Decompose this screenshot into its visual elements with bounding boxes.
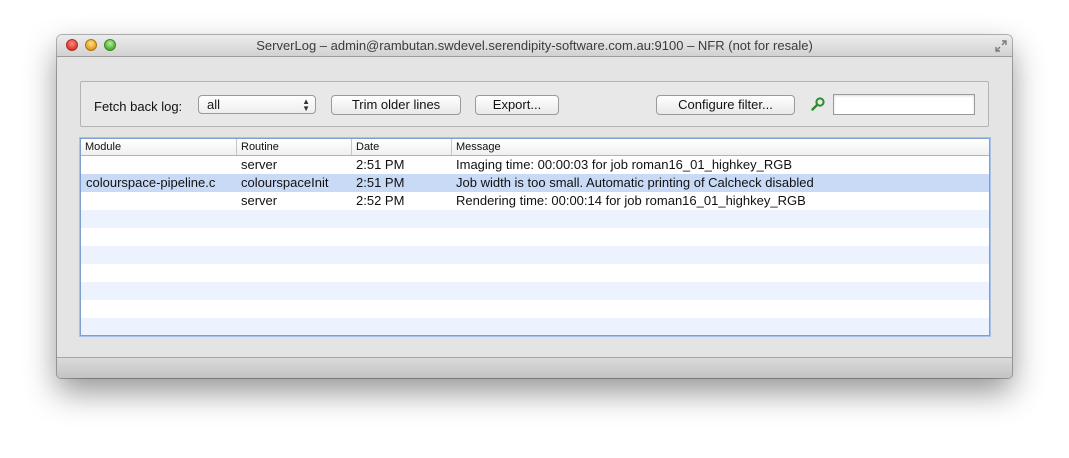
empty-row [81,282,989,300]
serverlog-window: ServerLog – admin@rambutan.swdevel.seren… [57,35,1012,378]
column-header-routine[interactable]: Routine [236,139,351,155]
cell-routine: server [241,193,278,208]
column-header-message[interactable]: Message [451,139,989,155]
title-bar[interactable]: ServerLog – admin@rambutan.swdevel.seren… [57,35,1012,57]
search-icon [811,97,825,111]
cell-message: Job width is too small. Automatic printi… [456,175,814,190]
column-header-date[interactable]: Date [351,139,451,155]
toolbar-group: Fetch back log: all ▲ ▼ Trim older lines … [80,81,989,127]
table-row-selected[interactable]: colourspace-pipeline.c colourspaceInit 2… [81,174,989,192]
window-title: ServerLog – admin@rambutan.swdevel.seren… [256,38,813,53]
configure-filter-button[interactable]: Configure filter... [656,95,795,115]
log-table[interactable]: Module Routine Date Message server 2:51 … [80,138,990,336]
empty-row [81,210,989,228]
cell-message: Imaging time: 00:00:03 for job roman16_0… [456,157,793,172]
fetch-back-log-label: Fetch back log: [94,99,183,114]
cell-module: colourspace-pipeline.c [86,175,216,190]
cell-module [86,156,236,174]
filter-search-input[interactable] [833,94,975,115]
table-row[interactable]: server 2:51 PM Imaging time: 00:00:03 fo… [81,156,989,174]
fetch-back-log-select[interactable]: all ▲ ▼ [198,95,316,114]
empty-row [81,300,989,318]
empty-row [81,264,989,282]
table-row[interactable]: server 2:52 PM Rendering time: 00:00:14 … [81,192,989,210]
cell-routine: colourspaceInit [241,175,329,190]
empty-row [81,246,989,264]
empty-row [81,228,989,246]
fullscreen-icon[interactable] [994,39,1008,53]
empty-row [81,318,989,335]
cell-module [86,192,236,210]
cell-routine: server [241,157,278,172]
status-bar [57,357,1012,378]
cell-message: Rendering time: 00:00:14 for job roman16… [456,193,806,208]
table-header: Module Routine Date Message [81,139,989,156]
export-button[interactable]: Export... [475,95,559,115]
trim-older-lines-button[interactable]: Trim older lines [331,95,461,115]
fetch-back-log-value: all [207,97,221,112]
cell-date: 2:51 PM [356,175,405,190]
cell-date: 2:51 PM [356,157,405,172]
column-header-module[interactable]: Module [81,139,236,155]
select-arrows-icon: ▲ ▼ [302,97,310,113]
cell-date: 2:52 PM [356,193,405,208]
